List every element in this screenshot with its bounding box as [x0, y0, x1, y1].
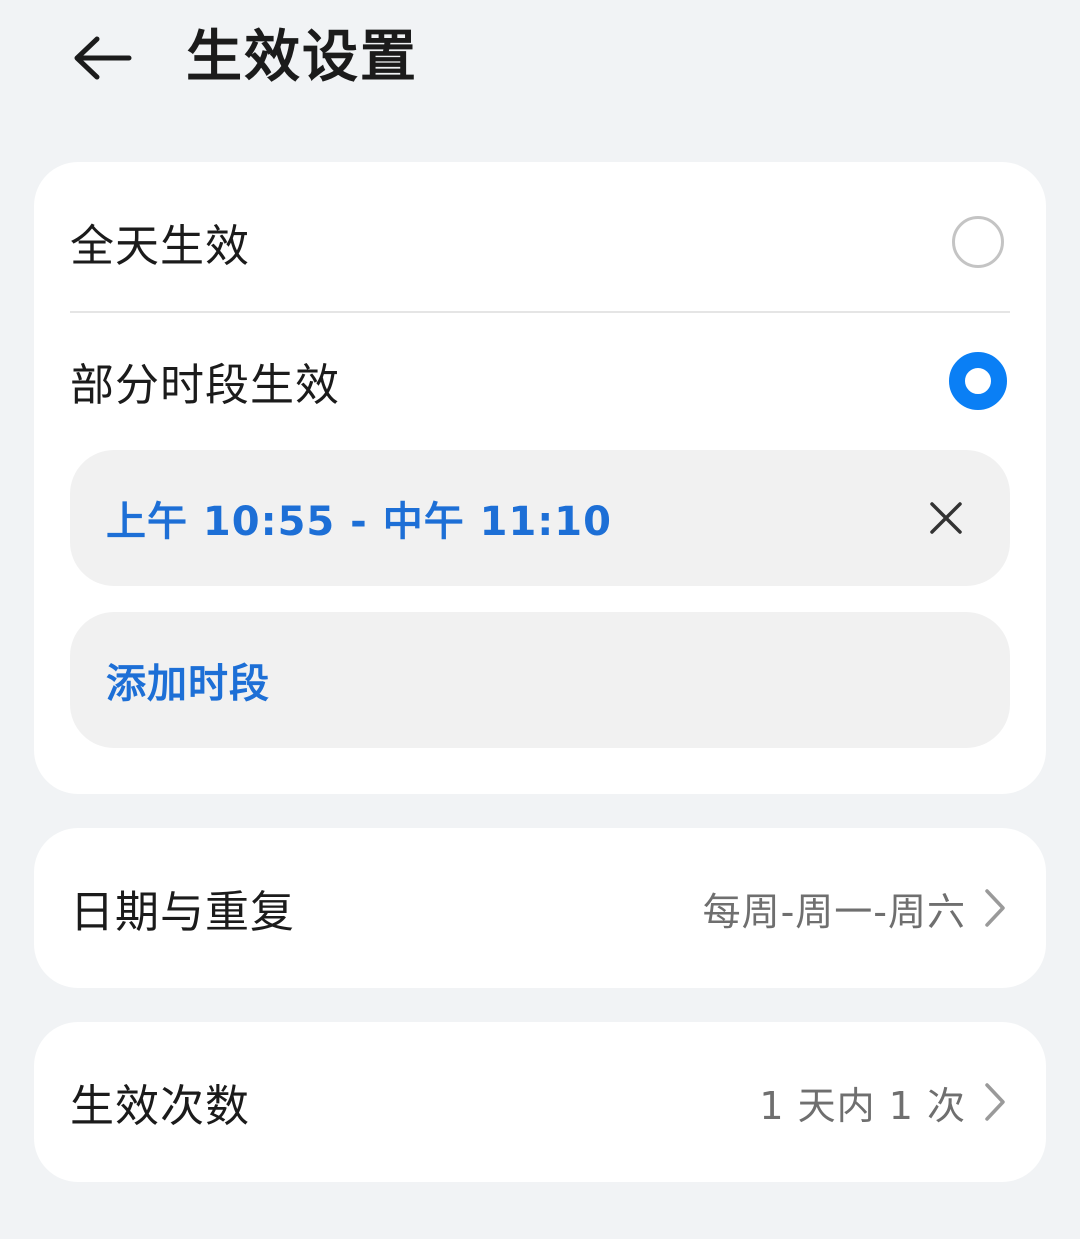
time-range-item[interactable]: 上午 10:55 - 中午 11:10 — [70, 450, 1010, 586]
partial-time-option[interactable]: 部分时段生效 — [70, 312, 1010, 450]
date-repeat-value: 每周-周一-周六 — [702, 889, 966, 934]
all-day-label: 全天生效 — [70, 221, 250, 272]
partial-time-radio[interactable] — [949, 352, 1007, 410]
effect-count-value: 1 天内 1 次 — [759, 1083, 966, 1128]
date-repeat-value-group: 每周-周一-周六 — [703, 881, 1010, 936]
effect-count-value-group: 1 天内 1 次 — [759, 1075, 1010, 1130]
date-repeat-label: 日期与重复 — [70, 887, 295, 938]
effect-count-row[interactable]: 生效次数 1 天内 1 次 — [70, 1022, 1010, 1182]
back-button[interactable] — [66, 26, 138, 90]
time-range-label: 上午 10:55 - 中午 11:10 — [106, 499, 612, 545]
time-settings-card: 全天生效 部分时段生效 上午 10:55 - 中午 11:10 添加时段 — [34, 162, 1046, 794]
all-day-option[interactable]: 全天生效 — [70, 172, 1010, 312]
add-time-range-label: 添加时段 — [106, 661, 270, 707]
header: 生效设置 — [0, 0, 1080, 120]
close-icon — [930, 502, 962, 534]
chevron-right-icon — [980, 883, 1010, 933]
effect-count-label: 生效次数 — [70, 1081, 250, 1132]
remove-time-range-button[interactable] — [918, 490, 974, 546]
all-day-radio[interactable] — [952, 216, 1004, 268]
arrow-left-icon — [74, 36, 132, 80]
date-repeat-card[interactable]: 日期与重复 每周-周一-周六 — [34, 828, 1046, 988]
page-title: 生效设置 — [186, 25, 418, 90]
add-time-range-button[interactable]: 添加时段 — [70, 612, 1010, 748]
effect-count-card[interactable]: 生效次数 1 天内 1 次 — [34, 1022, 1046, 1182]
date-repeat-row[interactable]: 日期与重复 每周-周一-周六 — [70, 828, 1010, 988]
chevron-right-icon — [980, 1077, 1010, 1127]
partial-time-label: 部分时段生效 — [70, 360, 340, 411]
